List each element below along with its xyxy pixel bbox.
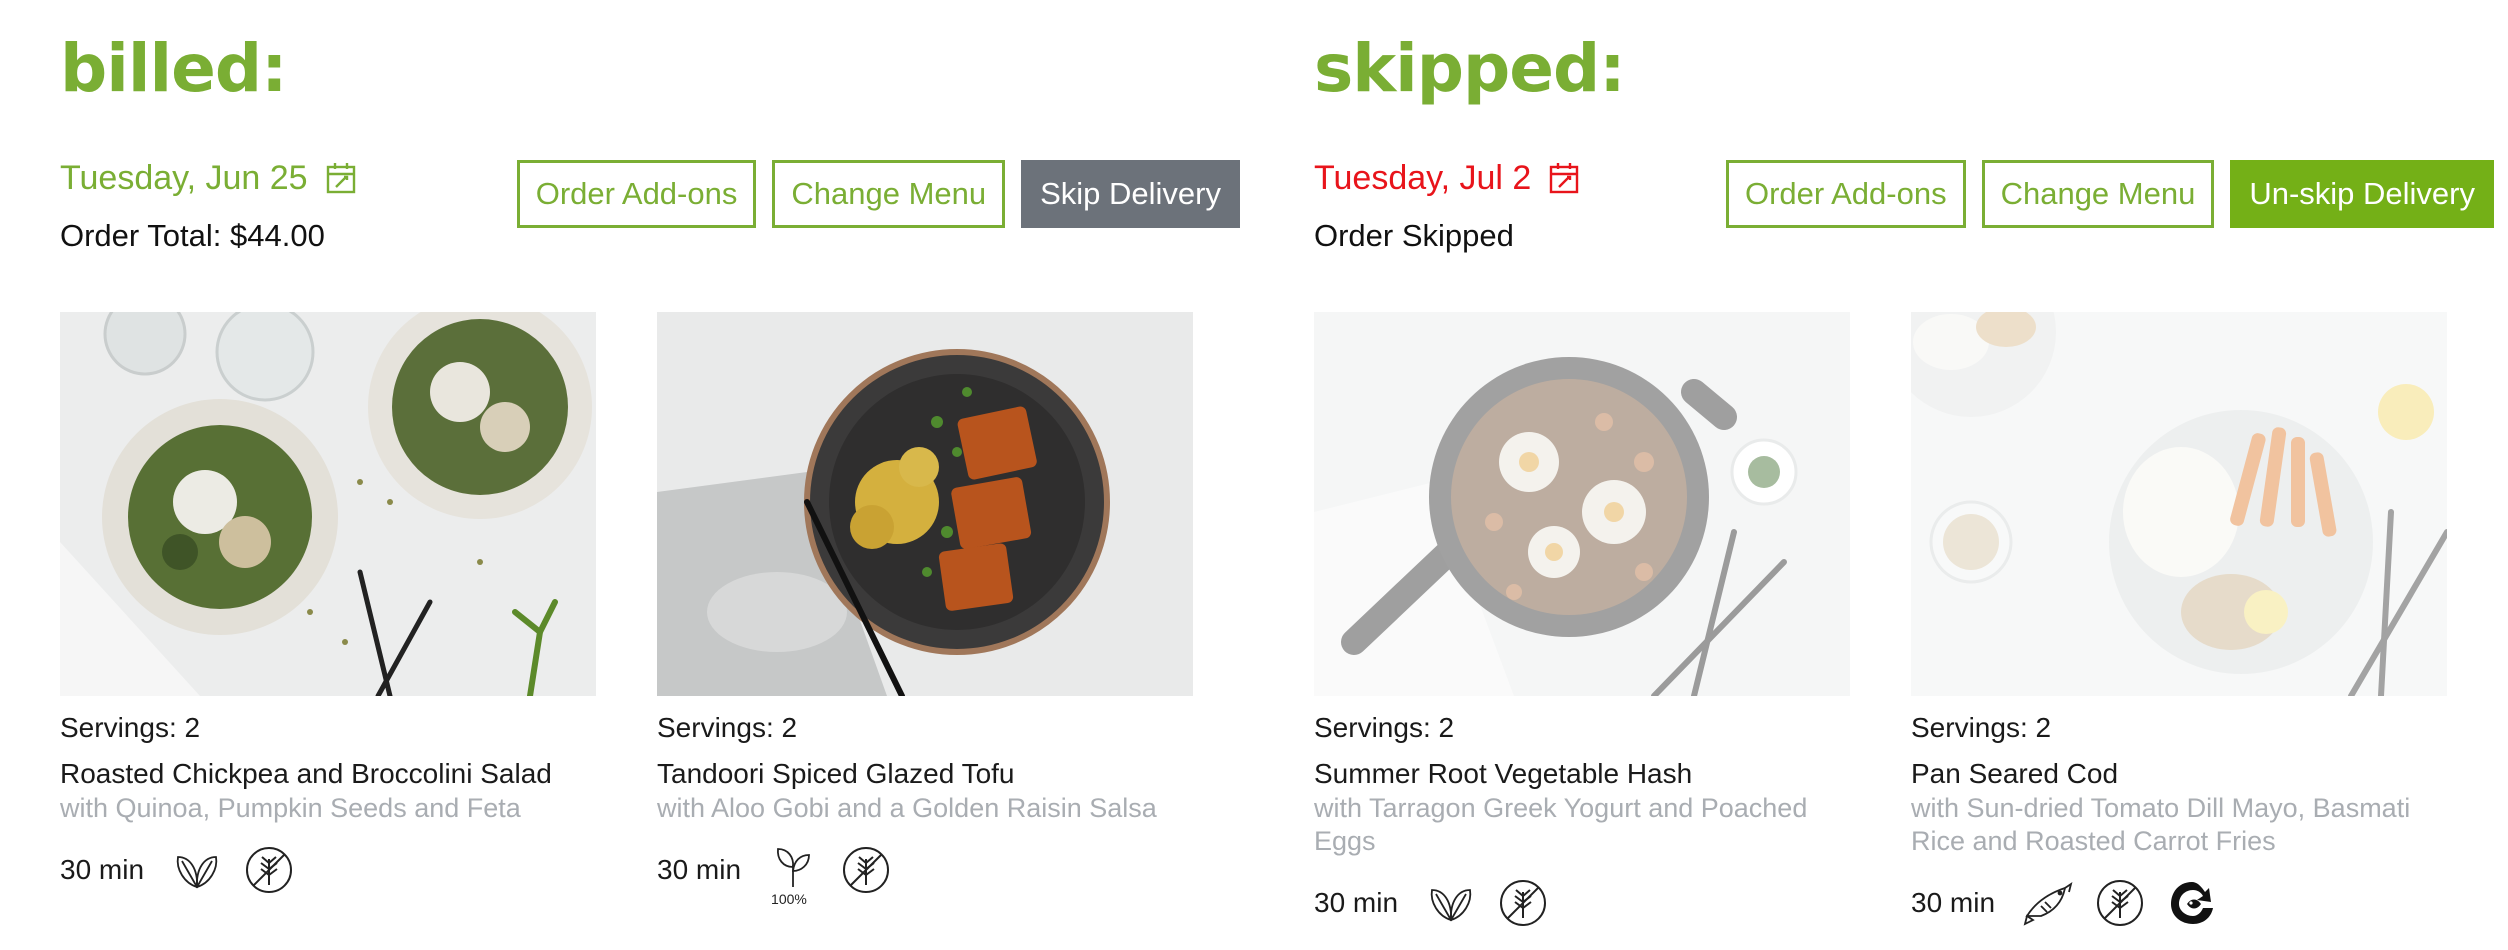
meal-meta: 30 min 100% xyxy=(657,845,1193,907)
servings-label: Servings: 2 xyxy=(1911,712,2052,743)
order-addons-button[interactable]: Order Add-ons xyxy=(516,160,757,228)
cook-time: 30 min xyxy=(657,854,742,885)
skipped-date-row: Tuesday, Jul 2 xyxy=(1314,158,1579,198)
meal-meta: 30 min xyxy=(1314,878,1850,928)
vegan-100-icon: 100% xyxy=(769,845,819,907)
cook-time: 30 min xyxy=(60,854,145,885)
billed-delivery-date: Tuesday, Jun 25 xyxy=(60,159,308,197)
gluten-free-icon xyxy=(244,845,294,895)
servings-label: Servings: 2 xyxy=(60,712,201,743)
order-total: Order Total: $44.00 xyxy=(60,218,325,253)
billed-heading: billed: xyxy=(60,30,288,107)
change-menu-button[interactable]: Change Menu xyxy=(1981,160,2215,228)
leaf-icon xyxy=(1426,878,1476,928)
gluten-free-icon xyxy=(1498,878,1548,928)
skipped-panel: skipped: Tuesday, Jul 2 Order Skipped Or… xyxy=(1314,0,2494,950)
meal-subtitle: with Tarragon Greek Yogurt and Poached E… xyxy=(1314,793,1808,856)
order-status: Order Skipped xyxy=(1314,218,1514,253)
billed-date-row: Tuesday, Jun 25 xyxy=(60,158,356,198)
meal-title[interactable]: Tandoori Spiced Glazed Tofu xyxy=(657,756,1193,792)
meal-subtitle: with Quinoa, Pumpkin Seeds and Feta xyxy=(60,793,521,823)
meal-card[interactable]: Servings: 2 Roasted Chickpea and Broccol… xyxy=(60,312,596,895)
gluten-free-icon xyxy=(841,845,891,895)
calendar-edit-icon[interactable] xyxy=(326,162,356,194)
gluten-free-icon xyxy=(2095,878,2145,928)
meal-title[interactable]: Roasted Chickpea and Broccolini Salad xyxy=(60,756,596,792)
skipped-actions: Order Add-ons Change Menu Un-skip Delive… xyxy=(1725,160,2494,228)
meal-title[interactable]: Summer Root Vegetable Hash xyxy=(1314,756,1850,792)
meal-photo[interactable] xyxy=(1911,312,2447,696)
meal-card[interactable]: Servings: 2 Tandoori Spiced Glazed Tofu … xyxy=(657,312,1193,907)
calendar-edit-icon[interactable] xyxy=(1549,162,1579,194)
skipped-heading: skipped: xyxy=(1314,30,1626,107)
cook-time: 30 min xyxy=(1314,887,1399,918)
cook-time: 30 min xyxy=(1911,887,1996,918)
meal-photo[interactable] xyxy=(657,312,1193,696)
meal-card[interactable]: Servings: 2 Summer Root Vegetable Hash w… xyxy=(1314,312,1850,928)
sustainable-seafood-icon xyxy=(2167,878,2217,928)
servings-label: Servings: 2 xyxy=(1314,712,1455,743)
meal-title[interactable]: Pan Seared Cod xyxy=(1911,756,2447,792)
meal-meta: 30 min xyxy=(60,845,596,895)
vegan-badge: 100% xyxy=(771,891,807,907)
fish-icon xyxy=(2023,878,2073,928)
servings-label: Servings: 2 xyxy=(657,712,798,743)
meal-subtitle: with Aloo Gobi and a Golden Raisin Salsa xyxy=(657,793,1157,823)
skip-delivery-button[interactable]: Skip Delivery xyxy=(1021,160,1240,228)
order-addons-button[interactable]: Order Add-ons xyxy=(1725,160,1966,228)
skipped-delivery-date: Tuesday, Jul 2 xyxy=(1314,159,1532,197)
meal-subtitle: with Sun-dried Tomato Dill Mayo, Basmati… xyxy=(1911,793,2411,856)
change-menu-button[interactable]: Change Menu xyxy=(772,160,1006,228)
meal-card[interactable]: Servings: 2 Pan Seared Cod with Sun-drie… xyxy=(1911,312,2447,928)
meal-photo[interactable] xyxy=(60,312,596,696)
billed-panel: billed: Tuesday, Jun 25 Order Total: $44… xyxy=(60,0,1240,950)
meal-meta: 30 min xyxy=(1911,878,2447,928)
unskip-delivery-button[interactable]: Un-skip Delivery xyxy=(2230,160,2494,228)
meal-photo[interactable] xyxy=(1314,312,1850,696)
leaf-icon xyxy=(172,845,222,895)
billed-actions: Order Add-ons Change Menu Skip Delivery xyxy=(516,160,1240,228)
